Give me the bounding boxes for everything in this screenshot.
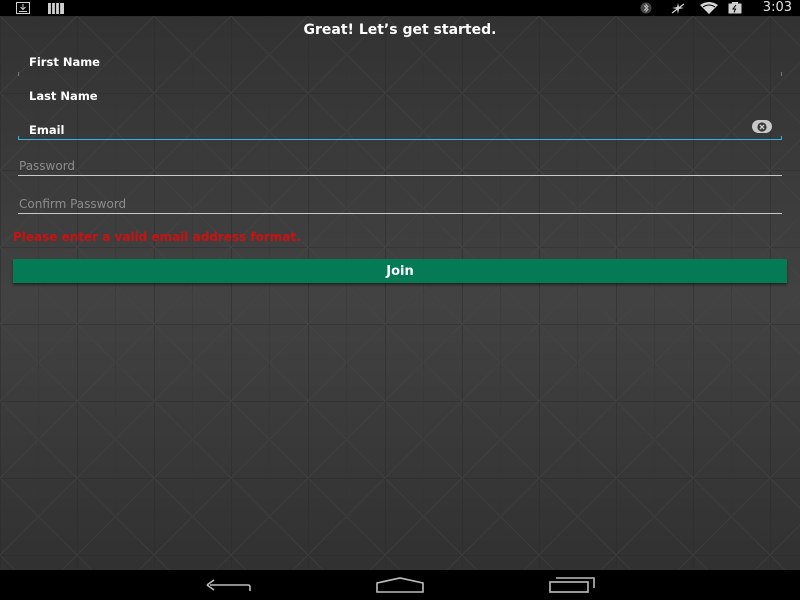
wifi-icon [698, 0, 720, 16]
recent-apps-icon[interactable] [532, 570, 612, 600]
download-icon [14, 0, 32, 16]
page-title: Great! Let’s get started. [303, 22, 497, 38]
last-name-field[interactable]: Last Name [18, 86, 782, 110]
email-underline [18, 139, 782, 140]
password-field[interactable] [18, 152, 782, 176]
bluetooth-icon [638, 0, 654, 16]
field-edge-right [781, 72, 782, 76]
password-underline [18, 175, 782, 176]
first-name-field[interactable]: First Name [18, 52, 782, 76]
home-icon[interactable] [360, 570, 440, 600]
join-button[interactable]: Join [13, 259, 787, 283]
airplane-mode-icon [669, 0, 687, 16]
confirm-password-input[interactable] [18, 194, 782, 214]
status-clock: 3:03 [762, 0, 792, 15]
confirm-password-field[interactable] [18, 190, 782, 214]
app-screen: 3:03 Great! Let’s get started. First Nam… [0, 0, 800, 600]
first-name-input[interactable] [18, 54, 782, 74]
email-error-message: Please enter a valid email address forma… [13, 230, 301, 244]
email-input[interactable] [18, 118, 782, 138]
clear-text-icon[interactable] [752, 120, 772, 133]
last-name-input[interactable] [18, 88, 782, 108]
navigation-bar [0, 570, 800, 600]
email-field[interactable]: Email [18, 116, 782, 140]
battery-icon [727, 0, 743, 16]
status-bar: 3:03 [0, 0, 800, 16]
back-icon[interactable] [189, 570, 269, 600]
signal-bars-icon [47, 0, 65, 16]
confirm-password-underline [18, 213, 782, 214]
field-edge-left [18, 72, 19, 76]
password-input[interactable] [18, 156, 782, 176]
